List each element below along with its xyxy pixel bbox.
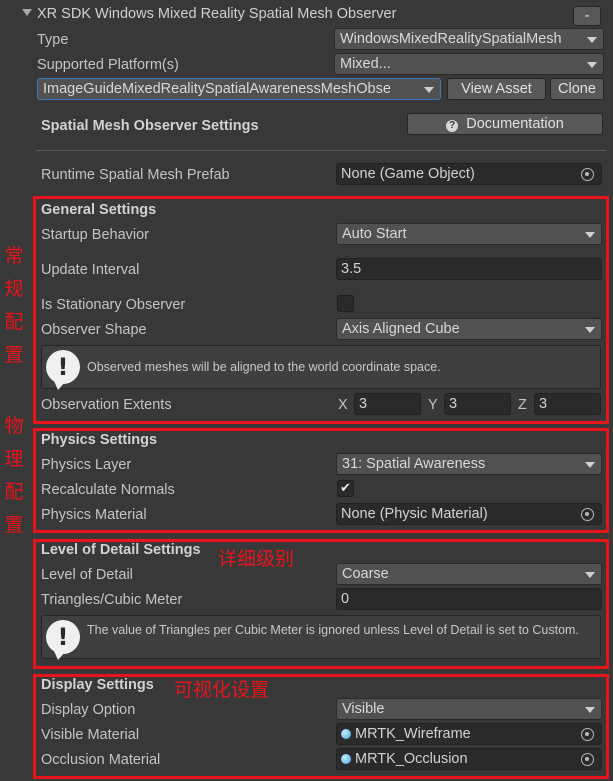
display-option-label: Display Option <box>41 702 136 718</box>
update-interval-input[interactable]: 3.5 <box>336 258 602 280</box>
update-interval-label: Update Interval <box>41 262 140 278</box>
section-divider <box>36 150 606 151</box>
observer-shape-help-text: Observed meshes will be aligned to the w… <box>87 360 441 374</box>
extents-y-input[interactable]: 3 <box>444 393 511 415</box>
display-settings-title: Display Settings <box>41 677 154 693</box>
view-asset-button[interactable]: View Asset <box>447 78 546 100</box>
checkmark-icon: ✔ <box>340 481 351 496</box>
general-settings-title: General Settings <box>41 202 157 218</box>
observer-shape-label: Observer Shape <box>41 322 147 338</box>
chevron-down-icon <box>585 572 595 578</box>
extents-x-input[interactable]: 3 <box>354 393 421 415</box>
recalculate-normals-checkbox[interactable]: ✔ <box>337 480 354 497</box>
level-of-detail-label: Level of Detail <box>41 567 133 583</box>
physics-layer-label: Physics Layer <box>41 457 132 473</box>
triangles-label: Triangles/Cubic Meter <box>41 592 183 608</box>
general-settings-annotation: 常规配置 <box>4 245 24 366</box>
stationary-observer-label: Is Stationary Observer <box>41 297 186 313</box>
collapse-button[interactable]: - <box>573 6 601 26</box>
lod-help-text: The value of Triangles per Cubic Meter i… <box>87 623 579 637</box>
physics-settings-title: Physics Settings <box>41 432 158 448</box>
observer-shape-dropdown[interactable]: Axis Aligned Cube <box>336 318 602 340</box>
physics-layer-dropdown[interactable]: 31: Spatial Awareness <box>336 453 602 475</box>
chevron-down-icon <box>585 232 595 238</box>
chevron-down-icon <box>587 37 597 43</box>
platforms-label: Supported Platform(s) <box>37 57 179 73</box>
visible-material-field[interactable]: MRTK_Wireframe <box>336 723 602 745</box>
observer-shape-helpbox: ! Observed meshes will be aligned to the… <box>41 345 601 390</box>
prefab-field[interactable]: None (Game Object) <box>336 163 602 185</box>
settings-title: Spatial Mesh Observer Settings <box>41 118 259 134</box>
extents-y-label: Y <box>428 397 438 413</box>
recalculate-normals-label: Recalculate Normals <box>41 482 175 498</box>
lod-settings-title: Level of Detail Settings <box>41 542 201 558</box>
triangles-input[interactable]: 0 <box>336 588 602 610</box>
component-title: XR SDK Windows Mixed Reality Spatial Mes… <box>37 6 397 22</box>
question-icon: ? <box>446 120 459 132</box>
observation-extents-label: Observation Extents <box>41 397 172 413</box>
startup-behavior-label: Startup Behavior <box>41 227 150 243</box>
physics-material-label: Physics Material <box>41 507 147 523</box>
chevron-down-icon <box>585 707 595 713</box>
type-label: Type <box>37 32 69 48</box>
exclamation-icon: ! <box>46 350 80 390</box>
chevron-down-icon <box>585 462 595 468</box>
documentation-button[interactable]: ? Documentation <box>407 113 603 135</box>
startup-behavior-dropdown[interactable]: Auto Start <box>336 223 602 245</box>
level-of-detail-dropdown[interactable]: Coarse <box>336 563 602 585</box>
object-picker-icon[interactable] <box>581 508 594 521</box>
physics-material-field[interactable]: None (Physic Material) <box>336 503 602 525</box>
material-sphere-icon <box>341 729 351 739</box>
lod-settings-annotation: 详细级别 <box>218 548 295 570</box>
occlusion-material-field[interactable]: MRTK_Occlusion <box>336 748 602 770</box>
stationary-observer-checkbox[interactable] <box>337 295 354 312</box>
object-picker-icon[interactable] <box>581 728 594 741</box>
material-sphere-icon <box>341 754 351 764</box>
physics-settings-annotation: 物理配置 <box>4 415 24 536</box>
foldout-icon[interactable] <box>22 9 32 16</box>
platforms-dropdown[interactable]: Mixed... <box>334 53 604 75</box>
visible-material-label: Visible Material <box>41 727 140 743</box>
chevron-down-icon <box>424 87 434 93</box>
extents-z-label: Z <box>518 397 527 413</box>
lod-helpbox: ! The value of Triangles per Cubic Meter… <box>41 615 601 660</box>
display-settings-annotation: 可视化设置 <box>174 679 270 701</box>
profile-dropdown[interactable]: ImageGuideMixedRealitySpatialAwarenessMe… <box>37 78 441 100</box>
exclamation-icon: ! <box>46 620 80 660</box>
object-picker-icon[interactable] <box>581 168 594 181</box>
prefab-label: Runtime Spatial Mesh Prefab <box>41 167 230 183</box>
object-picker-icon[interactable] <box>581 753 594 766</box>
display-option-dropdown[interactable]: Visible <box>336 698 602 720</box>
chevron-down-icon <box>585 327 595 333</box>
occlusion-material-label: Occlusion Material <box>41 752 161 768</box>
extents-x-label: X <box>338 397 348 413</box>
extents-z-input[interactable]: 3 <box>534 393 601 415</box>
clone-button[interactable]: Clone <box>550 78 604 100</box>
type-dropdown[interactable]: WindowsMixedRealitySpatialMesh <box>334 28 604 50</box>
chevron-down-icon <box>587 62 597 68</box>
